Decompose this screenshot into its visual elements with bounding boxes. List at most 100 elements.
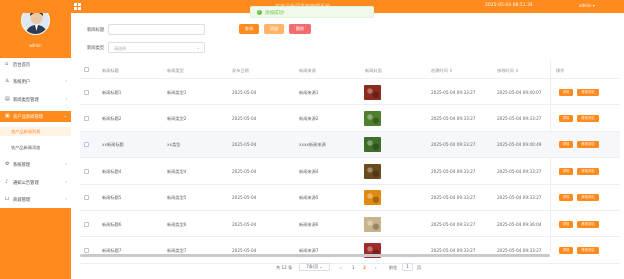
- edit-comment-button[interactable]: 修改评论: [577, 220, 599, 228]
- user-menu[interactable]: admin ▾: [579, 3, 595, 8]
- cell-type: 新闻类型6: [167, 221, 187, 227]
- sidebar: admin ⌂ 后台首页 ♙ 系统用户 › ▤ 新闻类型管理 › ▣ 农产品新闻…: [0, 0, 71, 279]
- cell-date: 2025-05-04: [232, 221, 257, 227]
- edit-comment-button[interactable]: 修改评论: [577, 88, 599, 96]
- col-modified[interactable]: 修改时间 ⇕: [497, 68, 519, 74]
- row-checkbox[interactable]: [84, 221, 89, 227]
- cell-title: 新闻标题2: [102, 116, 122, 122]
- col-title: 新闻标题: [102, 68, 119, 73]
- cell-source: 新闻来源1: [299, 89, 319, 95]
- edit-comment-button[interactable]: 修改评论: [577, 167, 599, 175]
- detail-button[interactable]: 详情: [559, 247, 573, 255]
- grid-icon[interactable]: [74, 3, 81, 10]
- cover-thumbnail[interactable]: [364, 111, 381, 127]
- col-cover: 新闻封面: [365, 68, 382, 73]
- row-checkbox[interactable]: [84, 116, 89, 122]
- pager-total: 共 12 条: [276, 265, 293, 270]
- next-page-icon[interactable]: ›: [375, 265, 377, 270]
- table-row[interactable]: 新闻标题7 新闻类型7 2025-05-04 新闻来源7 2025-05-04 09:3…: [80, 237, 620, 264]
- search-button[interactable]: 查询: [239, 24, 259, 34]
- cell-date: 2025-05-04: [232, 248, 257, 254]
- table-row[interactable]: 新闻标题4 新闻类型4 2025-05-04 新闻来源4 2025-05-04 09:3…: [80, 158, 620, 185]
- detail-button[interactable]: 详情: [559, 88, 573, 96]
- cell-source: 新闻来源6: [299, 221, 319, 227]
- cover-thumbnail[interactable]: [364, 137, 381, 153]
- doc-icon: ▤: [5, 96, 10, 102]
- table-row[interactable]: 新闻标题2 新闻类型2 2025-05-04 新闻来源2 2025-05-04 09:3…: [80, 105, 620, 132]
- cell-title: 新闻标题1: [102, 89, 122, 95]
- page-2[interactable]: 2: [363, 265, 366, 270]
- cell-type: 新闻类型1: [167, 89, 187, 95]
- submenu-news-add[interactable]: 农产品新闻添加: [0, 143, 71, 152]
- cell-modified: 2025-05-04 09:36:04: [497, 221, 542, 227]
- prev-page-icon[interactable]: ‹: [340, 265, 342, 270]
- cell-source: 新闻来源5: [299, 195, 319, 201]
- table-row[interactable]: 新闻标题6 新闻类型6 2025-05-04 新闻来源6 2025-05-04 09:3…: [80, 211, 620, 238]
- edit-comment-button[interactable]: 修改评论: [577, 194, 599, 202]
- detail-button[interactable]: 详情: [559, 220, 573, 228]
- cell-type: 新闻类型5: [167, 195, 187, 201]
- sidebar-footer: [0, 208, 71, 279]
- sidebar-item-system[interactable]: ⚙ 系统管理 ›: [0, 159, 71, 169]
- row-checkbox[interactable]: [84, 248, 89, 254]
- cover-thumbnail[interactable]: [364, 84, 381, 100]
- sidebar-item-label: 通知公告管理: [13, 180, 39, 186]
- cover-thumbnail[interactable]: [364, 190, 381, 206]
- home-icon: ⌂: [5, 61, 9, 67]
- cell-title: 新闻标题6: [102, 221, 122, 227]
- title-search-input[interactable]: [108, 24, 205, 35]
- edit-comment-button[interactable]: 修改评论: [577, 115, 599, 123]
- cell-title: 新闻标题5: [102, 195, 122, 201]
- cell-date: 2025-05-04: [232, 168, 257, 174]
- row-checkbox[interactable]: [84, 168, 89, 174]
- cover-thumbnail[interactable]: [364, 216, 381, 232]
- detail-button[interactable]: 详情: [559, 194, 573, 202]
- sidebar-item-news-type[interactable]: ▤ 新闻类型管理 ›: [0, 94, 71, 104]
- sidebar-item-mall[interactable]: ⊔ 商城管理 ›: [0, 194, 71, 204]
- chevron-right-icon: ›: [65, 179, 67, 184]
- submenu-news-list[interactable]: 农产品新闻列表: [0, 127, 71, 136]
- edit-comment-button[interactable]: 修改评论: [577, 141, 599, 149]
- horizontal-scrollbar[interactable]: [80, 254, 550, 257]
- cell-date: 2025-05-04: [232, 195, 257, 201]
- news-icon: ▣: [5, 113, 10, 119]
- row-checkbox[interactable]: [84, 195, 89, 201]
- table-row[interactable]: 新闻标题1 新闻类型1 2025-05-04 新闻来源1 2025-05-04 09:3…: [80, 79, 620, 106]
- row-checkbox[interactable]: [84, 142, 89, 148]
- cell-source: xxxx新闻来源: [299, 142, 326, 148]
- type-select[interactable]: 请选择 ⌄: [108, 42, 205, 53]
- cell-created: 2025-05-04 09:33:27: [431, 248, 476, 254]
- sidebar-item-news[interactable]: ▣ 农产品新闻管理 ⌄: [0, 111, 71, 122]
- edit-comment-button[interactable]: 修改评论: [577, 247, 599, 255]
- add-button[interactable]: 添加: [264, 24, 284, 34]
- table-row[interactable]: xx新闻标题 xx类型 2025-05-04 xxxx新闻来源 2025-05-04 0…: [80, 131, 620, 159]
- detail-button[interactable]: 详情: [559, 115, 573, 123]
- detail-button[interactable]: 详情: [559, 167, 573, 175]
- goto-page-input[interactable]: 1: [402, 263, 413, 271]
- cover-thumbnail[interactable]: [364, 163, 381, 179]
- row-checkbox[interactable]: [84, 89, 89, 95]
- chevron-right-icon: ›: [65, 96, 67, 101]
- sidebar-item-notice[interactable]: ♪ 通知公告管理 ›: [0, 177, 71, 187]
- page-size-select[interactable]: 7条/页 ⌄: [299, 263, 330, 271]
- cell-created: 2025-05-04 09:33:27: [431, 89, 476, 95]
- cell-title: xx新闻标题: [102, 142, 124, 148]
- col-created[interactable]: 创建时间 ⇕: [431, 68, 453, 74]
- cell-title: 新闻标题4: [102, 168, 122, 174]
- sidebar-item-home[interactable]: ⌂ 后台首页: [0, 59, 71, 69]
- cell-date: 2025-05-04: [232, 142, 257, 148]
- delete-button[interactable]: 删除: [289, 24, 311, 34]
- page-1[interactable]: 1: [352, 265, 355, 270]
- table-row[interactable]: 新闻标题5 新闻类型5 2025-05-04 新闻来源5 2025-05-04 09:3…: [80, 185, 620, 211]
- detail-button[interactable]: 详情: [559, 141, 573, 149]
- sidebar-item-label: 新闻类型管理: [13, 97, 39, 103]
- page-suffix: 页: [417, 265, 422, 270]
- page-size-value: 7条/页: [306, 264, 319, 269]
- clock-text: 2025-05-04 08:51:34: [485, 3, 533, 8]
- sidebar-item-users[interactable]: ♙ 系统用户 ›: [0, 76, 71, 86]
- goto-page-value: 1: [406, 264, 409, 269]
- chevron-right-icon: ›: [65, 161, 67, 166]
- sidebar-item-label: 系统管理: [13, 162, 31, 168]
- select-all-checkbox[interactable]: [84, 67, 89, 72]
- chevron-down-icon: ⌄: [196, 45, 200, 50]
